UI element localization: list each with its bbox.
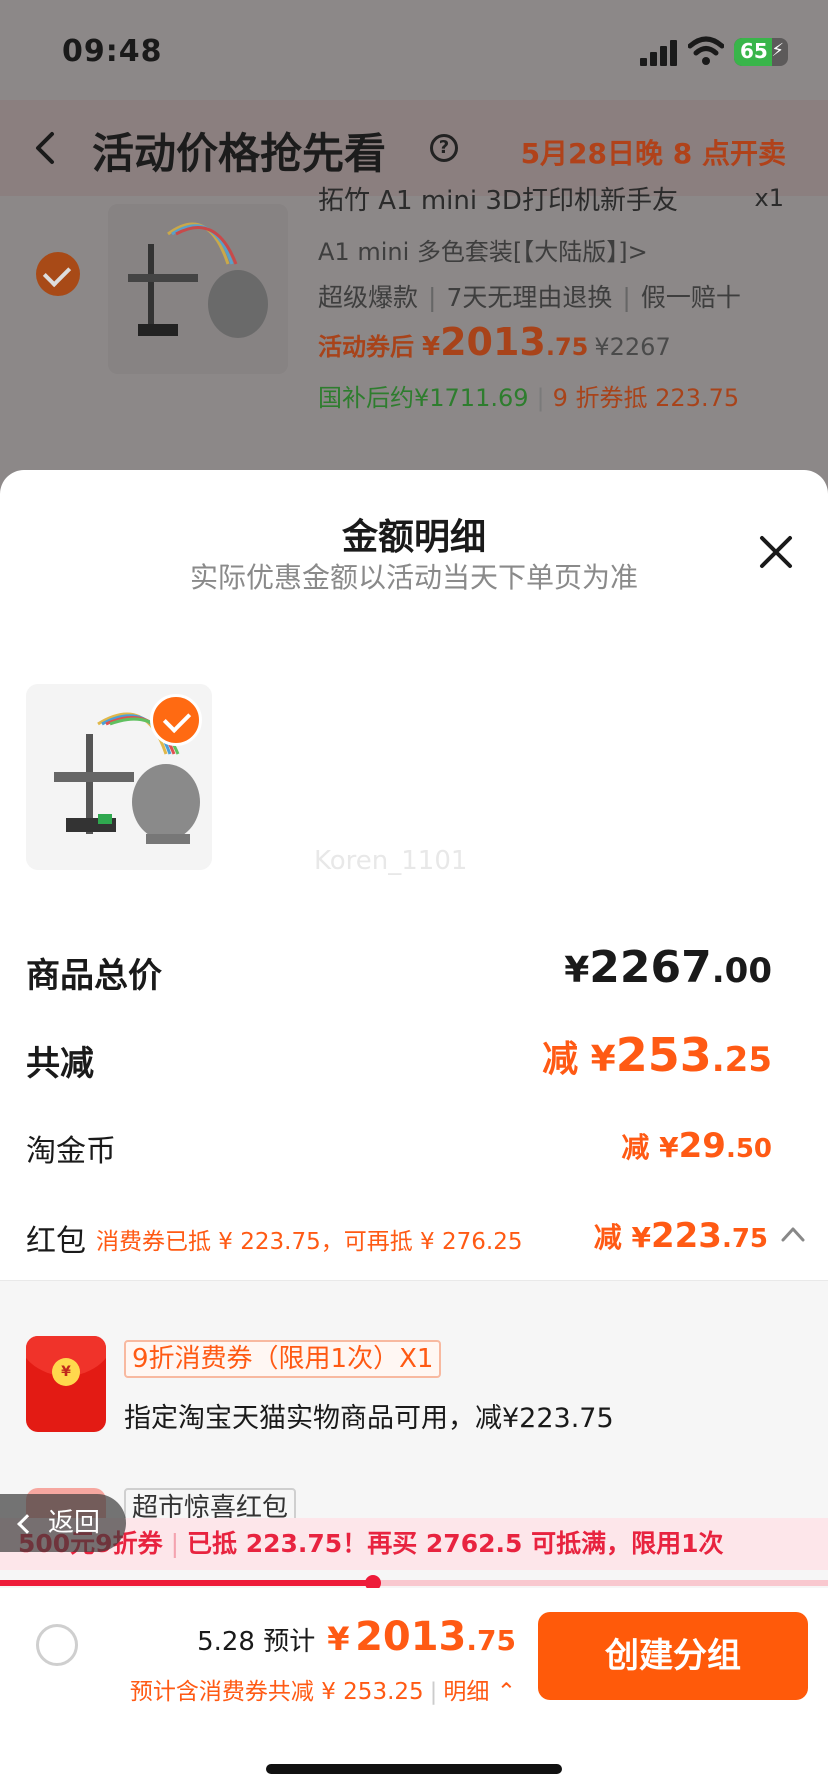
background-page: 09:48 65 ⚡ 活动价格抢先看 ? 5月28日晚 8 点开卖 拓竹 A1 … [0, 0, 828, 480]
status-bar: 09:48 65 ⚡ [0, 0, 828, 100]
red-envelope-icon: ¥ [26, 1336, 106, 1432]
taojinbi-value: 减 ¥29.50 [621, 1126, 772, 1166]
status-time: 09:48 [62, 34, 163, 69]
hongbao-label: 红包 [26, 1224, 86, 1259]
product-price: 活动券后 ¥2013.75 ¥2267 [318, 320, 671, 364]
product-tags: 超级爆款 | 7天无理由退换 | 假一赔十 [318, 283, 741, 312]
sheet-subtitle: 实际优惠金额以活动当天下单页为准 [189, 561, 638, 594]
back-chevron-icon[interactable] [30, 128, 60, 168]
sale-time: 5月28日晚 8 点开卖 [520, 137, 786, 170]
discount-label: 共减 [26, 1044, 94, 1084]
total-discount-row: 共减 减 ¥253.25 [26, 1028, 772, 1096]
discount-value: 减 ¥253.25 [542, 1028, 772, 1082]
chevron-up-icon[interactable] [780, 1224, 806, 1244]
price-label: 活动券后 [318, 333, 414, 361]
tag: 假一赔十 [640, 283, 741, 312]
estimate-sub: 预计含消费券共减 ¥ 253.25 | 明细 ⌃ [129, 1679, 516, 1705]
estimated-price: 5.28 预计 ¥ 2013.75 [197, 1614, 516, 1660]
product-thumbnail [108, 204, 288, 374]
progress-fill [0, 1580, 373, 1586]
product-name: 拓竹 A1 mini 3D打印机新手友 [318, 186, 678, 216]
battery-icon: 65 ⚡ [734, 38, 788, 66]
close-icon[interactable] [756, 532, 796, 572]
total-price-row: 商品总价 ¥2267.00 [26, 942, 772, 1008]
hongbao-row[interactable]: 红包 消费券已抵 ¥ 223.75，可再抵 ¥ 276.25 减 ¥223.75 [26, 1216, 806, 1266]
promo-status: 已抵 223.75！再买 2762.5 可抵满，限用1次 [187, 1529, 724, 1558]
detail-toggle[interactable]: 明细 ⌃ [443, 1679, 516, 1705]
page-title: 活动价格抢先看 [92, 129, 387, 178]
taojinbi-label: 淘金币 [26, 1134, 116, 1169]
hongbao-note: 消费券已抵 ¥ 223.75，可再抵 ¥ 276.25 [96, 1229, 523, 1255]
amount-detail-sheet: 金额明细 实际优惠金额以活动当天下单页为准 Koren_1101 商品总价 ¥2… [0, 470, 828, 1792]
tag: 超级爆款 [318, 283, 419, 312]
create-group-button[interactable]: 创建分组 [538, 1612, 808, 1700]
total-label: 商品总价 [26, 956, 162, 996]
watermark: Koren_1101 [314, 846, 468, 876]
coupon-deduct: 9 折券抵 223.75 [552, 384, 740, 412]
promo-progress [0, 1575, 828, 1591]
hongbao-value: 减 ¥223.75 [593, 1216, 768, 1256]
estimate-label: 5.28 预计 [197, 1627, 316, 1657]
subsidy-price: 国补后约¥1711.69 [318, 384, 529, 412]
coupon-tag: 9折消费券（限用1次）X1 [124, 1340, 442, 1378]
signal-icon [640, 40, 677, 66]
return-button[interactable]: 返回 [0, 1494, 126, 1552]
sheet-title: 金额明细 [341, 517, 486, 558]
checkout-footer: 5.28 预计 ¥ 2013.75 预计含消费券共减 ¥ 253.25 | 明细 ⌃ … [0, 1588, 828, 1792]
product-subsidy: 国补后约¥1711.69 | 9 折券抵 223.75 [318, 384, 740, 412]
help-icon[interactable]: ? [430, 134, 458, 162]
check-icon[interactable] [150, 694, 202, 746]
product-qty: x1 [754, 184, 784, 212]
battery-level: 65 [740, 39, 768, 63]
product-sku[interactable]: A1 mini 多色套装[【大陆版】]> [318, 232, 648, 267]
wifi-icon [688, 36, 724, 65]
coupon-desc: 指定淘宝天猫实物商品可用，减¥223.75 [124, 1403, 614, 1434]
home-indicator [266, 1764, 562, 1774]
select-all-radio[interactable] [36, 1624, 78, 1666]
background-product-card: 拓竹 A1 mini 3D打印机新手友 x1 A1 mini 多色套装[【大陆版… [0, 184, 828, 436]
original-price: ¥2267 [594, 333, 671, 361]
check-icon [36, 252, 80, 296]
total-value: ¥2267.00 [564, 942, 772, 993]
taojinbi-row: 淘金币 减 ¥29.50 [26, 1126, 772, 1176]
tag: 7天无理由退换 [446, 283, 613, 312]
back-chevron-icon [17, 1514, 37, 1534]
